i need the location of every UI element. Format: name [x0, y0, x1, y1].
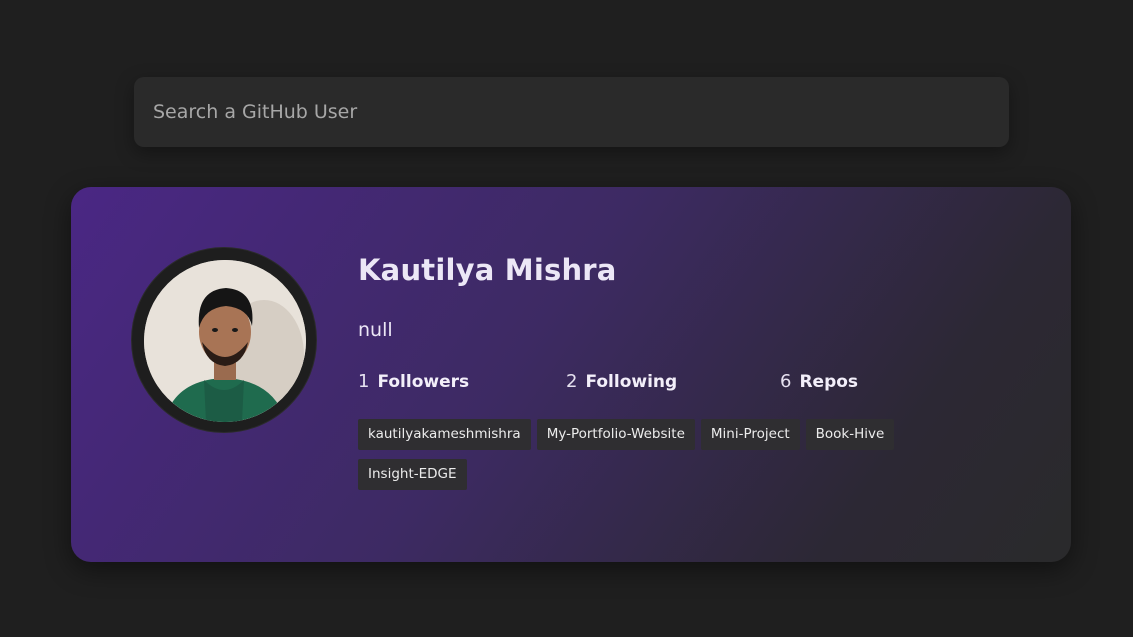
repos-label: Repos	[799, 372, 859, 392]
profile-name: Kautilya Mishra	[358, 253, 617, 287]
followers-stat: 1 Followers	[358, 371, 469, 392]
repos-stat: 6 Repos	[780, 371, 858, 392]
repos-count: 6	[780, 371, 792, 392]
profile-info: Kautilya Mishra null 1 Followers 2 Followi…	[358, 247, 1018, 490]
search-input[interactable]	[134, 77, 1009, 147]
repo-link[interactable]: My-Portfolio-Website	[536, 419, 695, 450]
repo-link[interactable]: Insight-EDGE	[358, 459, 467, 490]
repo-link[interactable]: kautilyakameshmishra	[358, 419, 531, 450]
following-stat: 2 Following	[566, 371, 677, 392]
avatar	[144, 260, 306, 422]
search-bar	[134, 77, 1009, 147]
avatar-ring	[131, 247, 317, 433]
avatar-photo-icon	[144, 260, 306, 422]
followers-label: Followers	[377, 372, 470, 392]
repo-list: kautilyakameshmishra My-Portfolio-Website…	[358, 419, 958, 499]
repo-link[interactable]: Mini-Project	[700, 419, 800, 450]
repo-link[interactable]: Book-Hive	[805, 419, 895, 450]
profile-bio: null	[358, 319, 393, 341]
profile-card: Kautilya Mishra null 1 Followers 2 Followi…	[71, 187, 1071, 562]
following-label: Following	[585, 372, 678, 392]
followers-count: 1	[358, 371, 370, 392]
following-count: 2	[566, 371, 578, 392]
profile-stats: 1 Followers 2 Following 6 Repos	[358, 371, 1018, 395]
